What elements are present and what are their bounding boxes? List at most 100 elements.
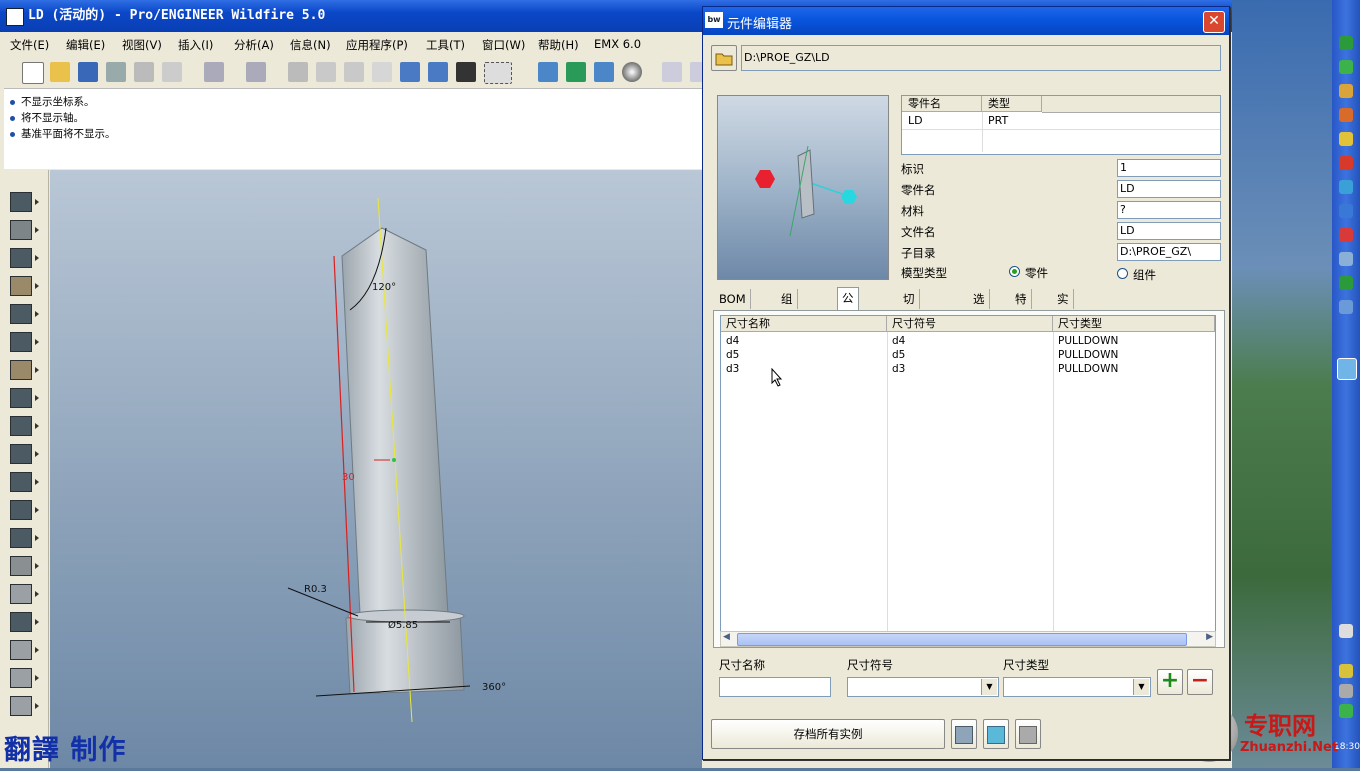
dim-symbol-select[interactable]: ▼ [847, 677, 999, 697]
print-icon[interactable] [106, 62, 126, 82]
paste-special-icon[interactable] [372, 62, 392, 82]
radio-assembly[interactable] [1117, 268, 1128, 279]
menu-tools[interactable]: 工具(T) [426, 37, 465, 53]
filename-field[interactable]: LD [1117, 222, 1221, 240]
menu-emx[interactable]: EMX 6.0 [594, 37, 641, 51]
app-icon[interactable] [1339, 252, 1353, 266]
tab-instances[interactable]: 实例 [1053, 289, 1074, 326]
tab-cuts-threads[interactable]: 切口和螺纹 [899, 289, 920, 386]
new-file-icon[interactable] [22, 62, 44, 84]
grid-cell-name[interactable]: d4 [721, 335, 739, 348]
network-icon[interactable] [594, 62, 614, 82]
tab-bom[interactable]: BOM 数据 [715, 289, 751, 326]
tab-options[interactable]: 选项 [969, 289, 990, 326]
round-icon[interactable] [10, 500, 39, 520]
app-icon[interactable] [1339, 108, 1353, 122]
shell-icon[interactable] [10, 416, 39, 436]
menu-view[interactable]: 视图(V) [122, 37, 162, 53]
material-field[interactable]: ? [1117, 201, 1221, 219]
sketch-icon[interactable] [10, 276, 39, 296]
radio-assembly-label[interactable]: 组件 [1133, 267, 1156, 283]
shield-icon[interactable] [1339, 276, 1353, 290]
grid-cell-name[interactable]: d3 [721, 363, 739, 376]
datum-display-icon[interactable] [566, 62, 586, 82]
grid-horizontal-scrollbar[interactable]: ◀ ▶ [720, 631, 1216, 647]
copy-icon[interactable] [316, 62, 336, 82]
merge-icon[interactable] [10, 612, 39, 632]
menu-applications[interactable]: 应用程序(P) [346, 37, 408, 53]
extrude-icon[interactable] [10, 304, 39, 324]
menu-file[interactable]: 文件(E) [10, 37, 49, 53]
regenerate-icon[interactable] [400, 62, 420, 82]
dim-name-input[interactable] [719, 677, 831, 697]
warning-icon[interactable] [1339, 132, 1353, 146]
copy-instance-icon[interactable] [983, 719, 1009, 749]
scroll-right-icon[interactable]: ▶ [1206, 632, 1213, 642]
cut-icon[interactable] [288, 62, 308, 82]
scroll-left-icon[interactable]: ◀ [723, 632, 730, 642]
path-field[interactable]: D:\PROE_GZ\LD [741, 45, 1221, 71]
menu-analysis[interactable]: 分析(A) [234, 37, 274, 53]
mail-icon[interactable] [162, 62, 182, 82]
parts-header-name[interactable]: 零件名 [902, 96, 982, 112]
menu-edit[interactable]: 编辑(E) [66, 37, 105, 53]
grid-cell-type[interactable]: PULLDOWN [1053, 349, 1118, 362]
sweep-icon[interactable] [10, 360, 39, 380]
rib-icon[interactable] [10, 444, 39, 464]
app-icon[interactable] [1339, 156, 1353, 170]
menu-window[interactable]: 窗口(W) [482, 37, 525, 53]
close-icon[interactable]: ✕ [1203, 11, 1225, 33]
part-name-field[interactable]: LD [1117, 180, 1221, 198]
revolve-icon[interactable] [10, 332, 39, 352]
grid-cell-name[interactable]: d5 [721, 349, 739, 362]
open-folder-icon[interactable] [50, 62, 70, 82]
chevron-down-icon[interactable]: ▼ [981, 679, 997, 695]
app-icon[interactable] [1339, 664, 1353, 678]
subdir-field[interactable]: D:\PROE_GZ\ [1117, 243, 1221, 261]
send-mail-icon[interactable] [134, 62, 154, 82]
grid-cell-symbol[interactable]: d4 [887, 335, 905, 348]
chevron-down-icon[interactable]: ▼ [1133, 679, 1149, 695]
datum-point-icon[interactable] [10, 248, 39, 268]
grid-cell-type[interactable]: PULLDOWN [1053, 335, 1118, 348]
network-icon[interactable] [1339, 204, 1353, 218]
grid-header-symbol[interactable]: 尺寸符号 [887, 316, 1053, 332]
refresh-icon[interactable] [1339, 60, 1353, 74]
radio-part[interactable] [1009, 266, 1020, 277]
save-all-instances-button[interactable]: 存档所有实例 [711, 719, 945, 749]
redo-icon[interactable] [246, 62, 266, 82]
grid-cell-symbol[interactable]: d5 [887, 349, 905, 362]
radio-part-label[interactable]: 零件 [1025, 265, 1048, 281]
app-icon[interactable] [1339, 228, 1353, 242]
menu-insert[interactable]: 插入(I) [178, 37, 213, 53]
datum-axis-icon[interactable] [10, 220, 39, 240]
tab-features[interactable]: 特征 [1011, 289, 1032, 326]
keyboard-icon[interactable] [1339, 624, 1353, 638]
remove-dim-button[interactable]: − [1187, 669, 1213, 695]
orient-icon[interactable] [538, 62, 558, 82]
undo-icon[interactable] [204, 62, 224, 82]
offset-icon[interactable] [10, 668, 39, 688]
scroll-thumb[interactable] [737, 633, 1187, 646]
taskbar-window-button[interactable] [1337, 358, 1357, 380]
app-icon[interactable] [1339, 684, 1353, 698]
save-icon[interactable] [78, 62, 98, 82]
zoom-in-icon[interactable] [662, 62, 682, 82]
parts-row-type[interactable]: PRT [988, 114, 1008, 127]
shading-icon[interactable] [622, 62, 642, 82]
menu-help[interactable]: 帮助(H) [538, 37, 579, 53]
regenerate-manager-icon[interactable] [428, 62, 448, 82]
parts-header-type[interactable]: 类型 [982, 96, 1042, 112]
menu-info[interactable]: 信息(N) [290, 37, 331, 53]
globe-icon[interactable] [1339, 180, 1353, 194]
grid-cell-symbol[interactable]: d3 [887, 363, 905, 376]
trim-icon[interactable] [10, 640, 39, 660]
grid-header-type[interactable]: 尺寸类型 [1053, 316, 1215, 332]
tab-nominal-dims[interactable]: 公称尺寸 [837, 287, 859, 365]
dim-type-select[interactable]: ▼ [1003, 677, 1151, 697]
graphics-area[interactable]: 120° 30 R0.3 Ø5.85 360° [50, 170, 702, 768]
grid-cell-type[interactable]: PULLDOWN [1053, 363, 1118, 376]
hole-icon[interactable] [10, 388, 39, 408]
save-instance-icon[interactable] [951, 719, 977, 749]
mirror-icon[interactable] [10, 584, 39, 604]
